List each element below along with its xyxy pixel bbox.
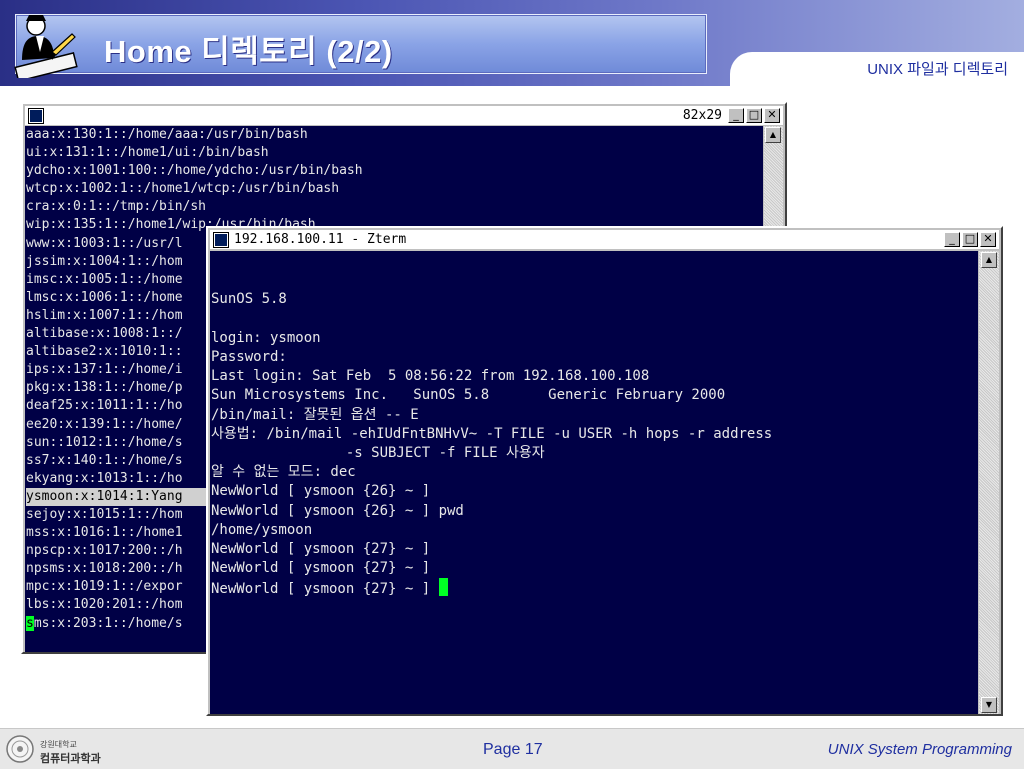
maximize-icon[interactable]: □ [746,108,762,123]
terminal-line: NewWorld [ ysmoon {27} ~ ] [211,541,431,558]
writer-logo-icon [14,15,78,78]
terminal-line: NewWorld [ ysmoon {26} ~ ] [211,483,431,500]
terminal-line: Sun Microsystems Inc. SunOS 5.8 Generic … [211,387,726,404]
terminal-line: 사용법: /bin/mail -ehIUdFntBNHvV~ -T FILE -… [211,425,773,442]
terminal-line: /home/ysmoon [211,521,313,538]
university-name: 강원대학교 [40,740,77,749]
slide-subtitle: UNIX 파일과 디렉토리 [867,61,1008,78]
terminal-line: wtcp:x:1002:1::/home1/wtcp:/usr/bin/bash [26,181,340,197]
arrow-down-icon[interactable]: ▼ [981,697,997,713]
terminal-line: NewWorld [ ysmoon {26} ~ ] pwd [211,502,464,519]
window-system-icon[interactable] [214,232,228,247]
window-title: 192.168.100.11 - Zterm [234,232,407,247]
close-icon[interactable]: ✕ [980,232,996,247]
zterm-scrollbar[interactable]: ▲ ▼ [979,251,999,714]
minimize-icon[interactable]: _ [944,232,960,247]
terminal-line: SunOS 5.8 [211,291,287,308]
zterm-titlebar[interactable]: 192.168.100.11 - Zterm _ □ ✕ [210,230,999,249]
back-titlebar[interactable]: 82x29 _ □ ✕ [25,106,783,125]
slide-title: Home 디렉토리 (2/2) [104,34,393,69]
terminal-line: -s SUBJECT -f FILE 사용자 [211,445,545,462]
terminal-size: 82x29 [682,108,722,123]
zterm-window[interactable]: 192.168.100.11 - Zterm _ □ ✕ SunOS 5.8 l… [206,226,1003,716]
terminal-line: aaa:x:130:1::/home/aaa:/usr/bin/bash [26,127,308,142]
arrow-up-icon[interactable]: ▲ [765,127,781,143]
course-name: UNIX System Programming [827,741,1012,758]
page-number: Page 17 [483,741,543,758]
terminal-line: cra:x:0:1::/tmp:/bin/sh [26,199,207,215]
terminal-line: login: ysmoon [211,329,321,346]
minimize-icon[interactable]: _ [728,108,744,123]
terminal-line: NewWorld [ ysmoon {27} ~ ] [211,578,978,599]
terminal-line: Last login: Sat Feb 5 08:56:22 from 192.… [211,368,650,385]
terminal-line: /bin/mail: 잘못된 옵션 -- E [211,406,419,423]
terminal-cursor: s [26,615,34,631]
maximize-icon[interactable]: □ [962,232,978,247]
department-name: 컴퓨터과학과 [40,752,101,765]
arrow-up-icon[interactable]: ▲ [981,252,997,268]
terminal-line: ui:x:131:1::/home1/ui:/bin/bash [26,145,269,161]
terminal-cursor [438,578,448,597]
window-system-icon[interactable] [29,108,43,123]
terminal-line: Password: [211,349,287,366]
close-icon[interactable]: ✕ [764,108,780,123]
terminal-line: NewWorld [ ysmoon {27} ~ ] [211,560,431,577]
terminal-line: 알 수 없는 모드: dec [211,464,356,481]
terminal-line: ydcho:x:1001:100::/home/ydcho:/usr/bin/b… [26,163,363,179]
zterm-output[interactable]: SunOS 5.8 login: ysmoon Password: Last log… [210,251,978,714]
